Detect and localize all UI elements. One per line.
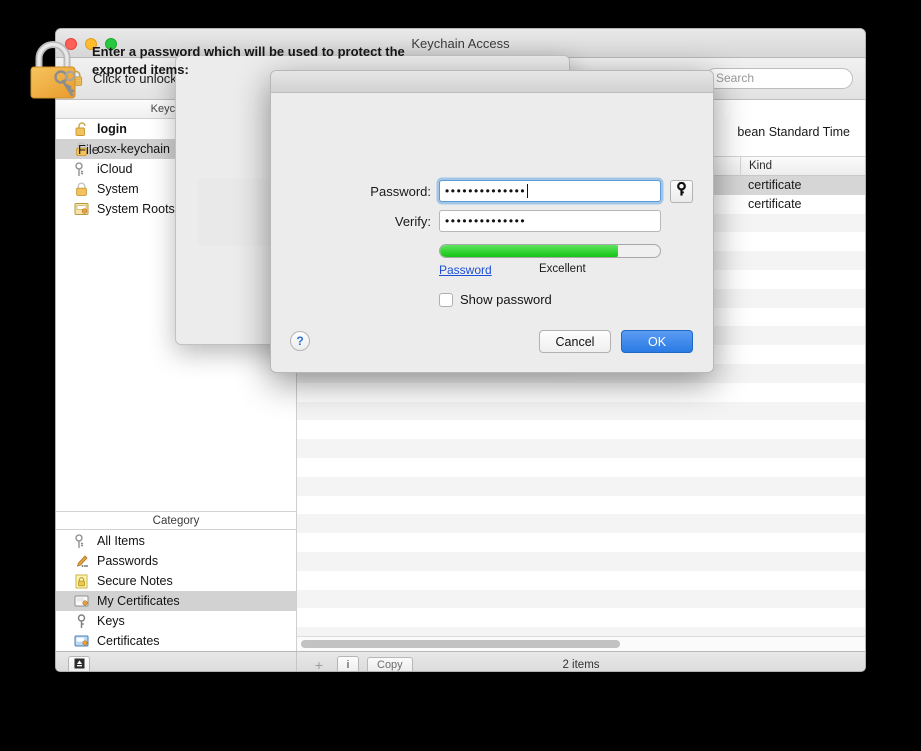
table-row-empty xyxy=(297,571,865,590)
password-label: Password: xyxy=(370,183,431,199)
search-input[interactable]: Search xyxy=(705,68,853,89)
certificate-blue-icon xyxy=(73,633,89,649)
sidebar-item-secure-notes[interactable]: Secure Notes xyxy=(56,571,296,591)
help-button[interactable]: ? xyxy=(290,331,310,351)
column-header-kind[interactable]: Kind xyxy=(740,157,865,176)
table-row-empty xyxy=(297,476,865,496)
verify-label: Verify: xyxy=(394,213,431,229)
category-header: Category xyxy=(56,511,296,530)
table-row-empty xyxy=(297,383,865,402)
password-strength-label: Excellent xyxy=(539,263,586,275)
password-field-row: Password: •••••••••••••• xyxy=(334,180,661,202)
save-file-format-label: File xyxy=(78,142,99,157)
item-info-button[interactable]: i xyxy=(337,656,359,671)
status-bar-right: + i Copy 2 items xyxy=(297,652,865,671)
sidebar-item-label: System xyxy=(97,182,139,196)
show-password-label: Show password xyxy=(460,292,552,307)
sidebar-item-keys[interactable]: Keys xyxy=(56,611,296,631)
sidebar-item-label: iCloud xyxy=(97,162,133,176)
category-label: Certificates xyxy=(97,634,160,648)
sidebar-item-label: System Roots xyxy=(97,202,175,216)
dialog-heading: Enter a password which will be used to p… xyxy=(92,44,405,77)
table-row-empty xyxy=(297,458,865,477)
table-row-empty xyxy=(297,533,865,552)
sidebar-item-passwords[interactable]: Passwords xyxy=(56,551,296,571)
category-label: Passwords xyxy=(97,554,159,568)
cell-kind: certificate xyxy=(748,178,802,192)
show-password-checkbox[interactable] xyxy=(439,292,453,307)
cell-kind: certificate xyxy=(748,196,802,211)
table-row-empty xyxy=(297,401,865,421)
keyring-icon xyxy=(73,161,89,177)
padlock-open-icon xyxy=(73,121,89,137)
verify-input[interactable]: •••••••••••••• xyxy=(439,210,661,232)
category-label: Secure Notes xyxy=(97,574,173,588)
copy-button[interactable]: Copy xyxy=(367,656,413,671)
padlock-with-keys-icon xyxy=(25,40,83,102)
password-input[interactable]: •••••••••••••• xyxy=(439,180,661,202)
cancel-button[interactable]: Cancel xyxy=(539,330,611,353)
text-caret xyxy=(527,184,529,198)
scrollbar-thumb[interactable] xyxy=(301,640,621,648)
category-list: All Items Passwords Secure Notes My Cert… xyxy=(56,530,296,651)
eject-icon xyxy=(74,658,85,671)
verify-field-row: Verify: •••••••••••••• xyxy=(334,210,661,232)
verify-value: •••••••••••••• xyxy=(445,214,527,228)
table-row-empty xyxy=(297,551,865,571)
status-bar-left xyxy=(56,652,297,671)
table-row-empty xyxy=(297,439,865,458)
category-label: Keys xyxy=(97,614,125,628)
sidebar-item-label: osx-keychain xyxy=(97,142,170,156)
sidebar-item-label: login xyxy=(97,122,127,136)
password-strength-bar xyxy=(439,244,661,258)
password-assistant-button[interactable] xyxy=(670,180,693,203)
table-row-empty xyxy=(297,420,865,439)
pencil-icon xyxy=(73,553,89,569)
certificate-icon xyxy=(73,201,89,217)
table-row-empty xyxy=(297,589,865,609)
table-row-empty xyxy=(297,496,865,515)
password-value: •••••••••••••• xyxy=(445,184,527,198)
ok-button[interactable]: OK xyxy=(621,330,693,353)
keyring-icon xyxy=(73,533,89,549)
add-item-button[interactable]: + xyxy=(309,656,329,671)
sidebar-item-my-certificates[interactable]: My Certificates xyxy=(56,591,296,611)
password-assistant-link[interactable]: Password xyxy=(439,263,492,277)
key-icon xyxy=(676,181,687,202)
table-row-empty xyxy=(297,627,865,636)
certificate-icon xyxy=(73,593,89,609)
sidebar-item-all-items[interactable]: All Items xyxy=(56,531,296,551)
certificate-validity-text: bean Standard Time xyxy=(737,125,850,140)
sidebar-item-certificates[interactable]: Certificates xyxy=(56,631,296,651)
table-row-empty xyxy=(297,514,865,534)
padlock-closed-icon xyxy=(73,181,89,197)
horizontal-scrollbar[interactable] xyxy=(297,636,865,651)
category-label: All Items xyxy=(97,534,145,548)
password-strength-fill xyxy=(440,245,619,257)
yellow-lock-icon xyxy=(73,573,89,589)
category-label: My Certificates xyxy=(97,594,180,608)
show-hide-keychains-button[interactable] xyxy=(68,656,90,671)
key-icon xyxy=(73,613,89,629)
status-bar: + i Copy 2 items xyxy=(56,651,865,671)
show-password-row[interactable]: Show password xyxy=(439,292,552,307)
table-row-empty xyxy=(297,608,865,627)
